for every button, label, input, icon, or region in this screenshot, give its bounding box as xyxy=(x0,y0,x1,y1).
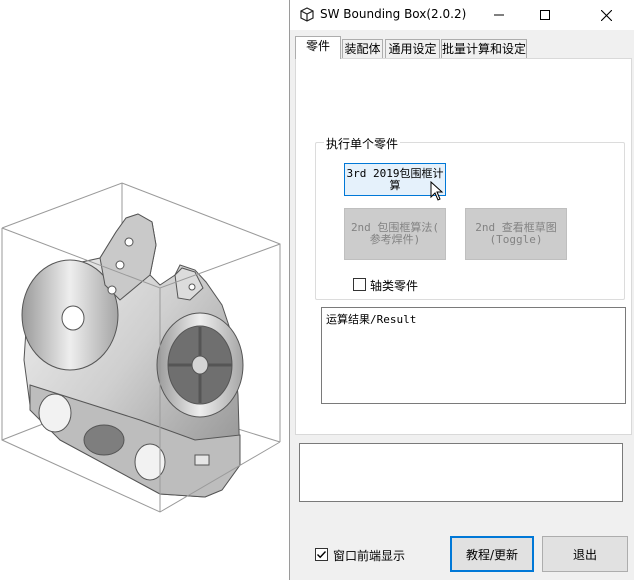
toggle-sketch-2nd-button[interactable]: 2nd 查看框草图 (Toggle) xyxy=(465,208,567,260)
bounding-box-part-model xyxy=(1,182,281,513)
close-button[interactable] xyxy=(578,0,634,30)
group-label: 执行单个零件 xyxy=(324,135,401,152)
result-textarea[interactable]: 运算结果/Result xyxy=(321,307,626,404)
minimize-button[interactable] xyxy=(476,0,522,30)
cube-outline-icon xyxy=(298,6,316,24)
tab-panel-part: 执行单个零件 3rd 2019包围框计 算 2nd 包围框算法( 参考焊件) 2… xyxy=(295,58,632,435)
bounding-box-2nd-reference-button[interactable]: 2nd 包围框算法( 参考焊件) xyxy=(344,208,446,260)
cad-viewport[interactable] xyxy=(0,0,289,580)
checkmark-icon xyxy=(317,551,327,559)
exit-button[interactable]: 退出 xyxy=(542,536,628,572)
button-label-line: (Toggle) xyxy=(489,233,543,246)
tab-general-settings[interactable]: 通用设定 xyxy=(385,39,440,59)
button-label-line: 参考焊件) xyxy=(369,233,421,246)
title-bar[interactable]: SW Bounding Box(2.0.2) xyxy=(290,0,634,30)
close-icon xyxy=(601,9,612,21)
bounding-box-dialog: SW Bounding Box(2.0.2) 零件 装配体 通用设定 批量计算和… xyxy=(289,0,634,580)
minimize-icon xyxy=(494,14,504,16)
shaft-part-checkbox[interactable] xyxy=(353,278,366,291)
maximize-icon xyxy=(540,10,550,20)
mouse-cursor-icon xyxy=(430,181,444,201)
tab-assembly[interactable]: 装配体 xyxy=(342,39,383,59)
shaft-part-label[interactable]: 轴类零件 xyxy=(370,277,418,294)
tutorial-update-button[interactable]: 教程/更新 xyxy=(450,536,534,572)
window-title: SW Bounding Box(2.0.2) xyxy=(320,7,467,21)
maximize-button[interactable] xyxy=(522,0,568,30)
tab-batch-settings[interactable]: 批量计算和设定 xyxy=(441,39,527,59)
button-label-line: 3rd 2019包围框计 xyxy=(346,166,444,180)
button-label-line: 算 xyxy=(389,178,401,192)
log-textbox[interactable] xyxy=(299,443,623,502)
always-on-top-label[interactable]: 窗口前端显示 xyxy=(333,547,405,564)
tab-part[interactable]: 零件 xyxy=(295,36,341,59)
